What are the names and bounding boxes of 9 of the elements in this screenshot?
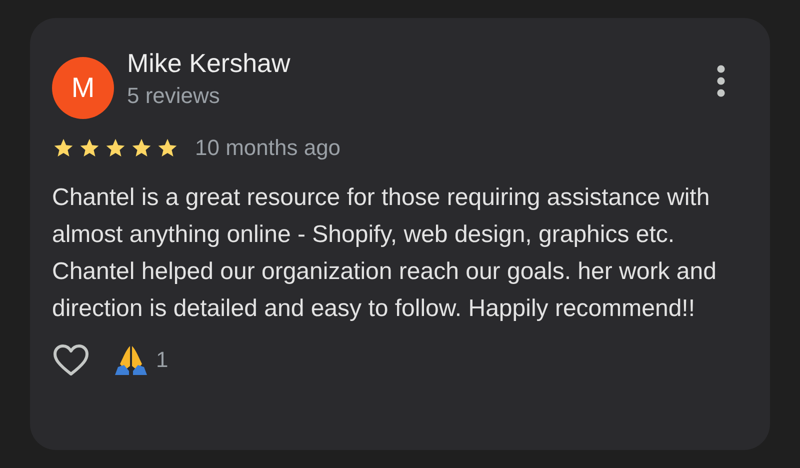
review-text: Chantel is a great resource for those requiring assistance with almost anything online - Shopify, web design, graphics etc. Chantel helped our organization reach our goals. her work and direction is detailed and easy to follow. Happily recommend!! (52, 183, 718, 324)
author-name: Mike Kershaw (127, 48, 290, 78)
review-count: 5 reviews (127, 84, 220, 108)
praying-hands-icon[interactable] (114, 344, 148, 376)
like-button[interactable] (52, 343, 90, 377)
reaction-count: 1 (156, 347, 168, 373)
review-time: 10 months ago (195, 135, 341, 161)
avatar: M (52, 57, 114, 119)
more-options-icon[interactable] (716, 65, 726, 97)
